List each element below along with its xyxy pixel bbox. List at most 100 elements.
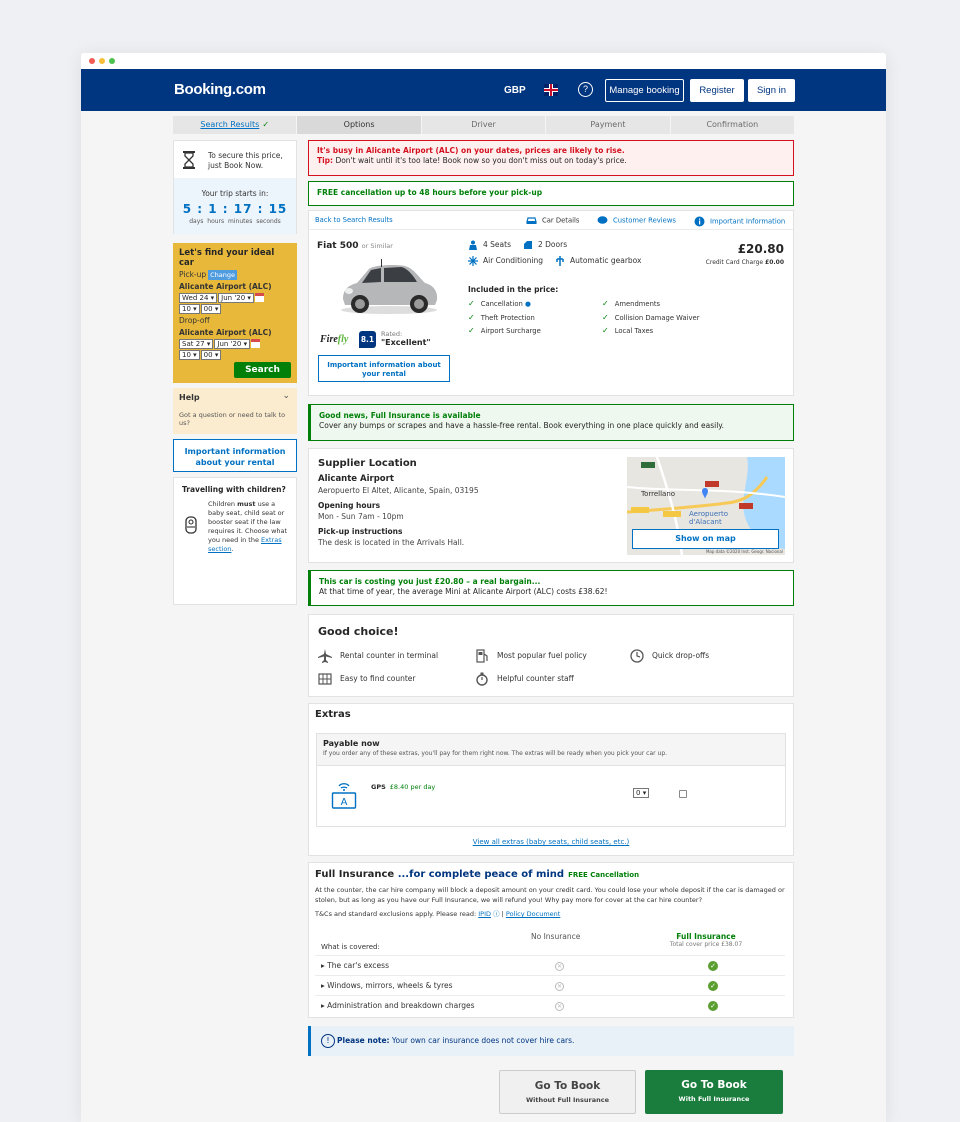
gps-quantity-select[interactable]: 0 ▾ — [633, 788, 650, 798]
gearbox-feature: Automatic gearbox — [555, 256, 641, 266]
car-tabs: Back to Search Results Car Details Custo… — [309, 211, 793, 230]
help-text: Got a question or need to talk to us? — [179, 411, 286, 427]
register-button[interactable]: Register — [690, 79, 744, 102]
progress-steps: Search Results ✓ Options Driver Payment C… — [173, 116, 796, 134]
good-choice-box: Good choice! Rental counter in terminal … — [308, 614, 794, 697]
gps-label: GPS £8.40 per day — [371, 783, 436, 791]
gearbox-icon — [556, 256, 564, 266]
busy-alert: It's busy in Alicante Airport (ALC) on y… — [308, 140, 794, 176]
snowflake-icon — [468, 256, 478, 266]
tip-text: Tip: Don't wait until it's too late! Boo… — [317, 156, 627, 165]
window-chrome — [81, 53, 886, 69]
stopwatch-icon — [476, 672, 488, 686]
check-icon: ✓ — [602, 313, 609, 322]
rating-label: Rated: "Excellent" — [381, 330, 431, 347]
coverage-row[interactable]: ▸ The car's excess ✕ ✓ — [315, 955, 785, 975]
info-icon[interactable]: ⓘ — [493, 910, 500, 918]
change-button[interactable]: Change — [208, 270, 238, 280]
clock-icon — [630, 649, 644, 663]
maximize-dot[interactable] — [109, 58, 115, 64]
dropoff-minute-select[interactable]: 00 ▾ — [200, 350, 222, 360]
good-choice-item: Quick drop-offs — [630, 649, 709, 663]
show-on-map-button[interactable]: Show on map — [632, 529, 779, 549]
bargain-text: At that time of year, the average Mini a… — [319, 587, 608, 596]
dropoff-day-select[interactable]: Sat 27 ▾ — [179, 339, 214, 349]
help-box[interactable]: Help ⌄ Got a question or need to talk to… — [173, 388, 297, 434]
uk-flag-icon[interactable] — [544, 84, 558, 96]
close-dot[interactable] — [89, 58, 95, 64]
insurance-banner-title: Good news, Full Insurance is available — [319, 411, 481, 420]
booking-logo[interactable]: Booking.com — [174, 81, 266, 98]
pickup-location: Alicante Airport (ALC) — [179, 282, 272, 291]
child-seat-icon — [185, 516, 197, 534]
pickup-month-select[interactable]: Jun '20 ▾ — [218, 293, 254, 303]
calendar-icon[interactable] — [254, 293, 264, 302]
tab-important-information[interactable]: Important Information — [694, 216, 785, 227]
manage-booking-button[interactable]: Manage booking — [605, 79, 684, 102]
check-icon: ✓ — [262, 120, 270, 129]
pickup-hour-select[interactable]: 10 ▾ — [179, 304, 200, 314]
map[interactable]: Torrellano Aeropuerto d'Alacant Map data … — [627, 457, 785, 555]
countdown: Your trip starts in: 5 : 1 : 17 : 15 day… — [174, 178, 296, 234]
ipid-link[interactable]: IPID — [478, 910, 491, 918]
coverage-row[interactable]: ▸ Windows, mirrors, wheels & tyres ✕ ✓ — [315, 975, 785, 995]
cross-icon: ✕ — [555, 962, 564, 971]
important-info-button[interactable]: Important information about your rental — [173, 439, 297, 472]
full-insurance-banner: Good news, Full Insurance is available C… — [308, 404, 794, 441]
speech-bubble-icon — [597, 216, 608, 224]
pickup-day-select[interactable]: Wed 24 ▾ — [179, 293, 218, 303]
full-insurance-box: Full Insurance ...for complete peace of … — [308, 862, 794, 1018]
currency-selector[interactable]: GBP — [504, 85, 526, 96]
step-options: Options — [297, 116, 422, 134]
map-airport-label: Aeropuerto d'Alacant — [689, 510, 729, 526]
check-icon: ✓ — [602, 326, 609, 335]
step-payment: Payment — [546, 116, 671, 134]
included-cancellation: ✓ Cancellation ● — [468, 299, 531, 308]
policy-document-link[interactable]: Policy Document — [506, 910, 560, 918]
calendar-icon[interactable] — [251, 339, 261, 348]
supplier-logo: Firefly — [320, 334, 349, 345]
check-icon: ✓ — [602, 299, 609, 308]
busy-text: It's busy in Alicante Airport (ALC) on y… — [317, 146, 625, 155]
no-insurance-header: No Insurance — [531, 932, 581, 941]
sign-in-button[interactable]: Sign in — [748, 79, 795, 102]
bargain-title: This car is costing you just £20.80 – a … — [319, 577, 541, 586]
important-info-rental-button[interactable]: Important information about your rental — [318, 355, 450, 382]
pickup-minute-select[interactable]: 00 ▾ — [200, 304, 222, 314]
go-to-book-with-insurance-button[interactable]: Go To Book With Full Insurance — [645, 1070, 783, 1114]
secure-text-line2: just Book Now. — [208, 161, 264, 170]
coverage-row[interactable]: ▸ Administration and breakdown charges ✕ ✓ — [315, 995, 785, 1015]
dropoff-month-select[interactable]: Jun '20 ▾ — [214, 339, 251, 349]
info-icon[interactable]: ● — [525, 300, 531, 308]
minimize-dot[interactable] — [99, 58, 105, 64]
car-image — [341, 259, 438, 314]
dropoff-hour-select[interactable]: 10 ▾ — [179, 350, 200, 360]
gps-checkbox[interactable] — [679, 790, 687, 798]
back-to-results-link[interactable]: Back to Search Results — [315, 216, 393, 224]
search-button[interactable]: Search — [234, 362, 291, 378]
children-box: Travelling with children? Children must … — [173, 477, 297, 605]
view-all-extras-link[interactable]: View all extras (baby seats, child seats… — [309, 838, 793, 846]
tab-car-details[interactable]: Car Details — [526, 216, 579, 225]
good-choice-item: Most popular fuel policy — [475, 649, 587, 663]
included-amendments: ✓ Amendments — [602, 299, 661, 308]
tab-customer-reviews[interactable]: Customer Reviews — [597, 216, 676, 225]
find-car-form: Let's find your ideal car Pick-up Change … — [173, 243, 297, 383]
plane-icon — [318, 649, 332, 663]
dropoff-label: Drop-off — [179, 316, 210, 325]
cc-charge: Credit Card Charge £0.00 — [705, 259, 784, 266]
go-to-book-without-insurance-button[interactable]: Go To Book Without Full Insurance — [499, 1070, 636, 1114]
car-icon — [526, 217, 537, 224]
gps-extra-row: A GPS £8.40 per day 0 ▾ — [316, 766, 786, 827]
timer-labels: days hours minutes seconds — [189, 218, 281, 225]
insurance-note: ! Please note: Your own car insurance do… — [308, 1026, 794, 1056]
trip-label: Your trip starts in: — [201, 189, 269, 198]
included-theft: ✓ Theft Protection — [468, 313, 535, 322]
check-icon: ✓ — [708, 981, 718, 991]
countdown-timer: 5 : 1 : 17 : 15 — [182, 202, 288, 216]
chevron-down-icon[interactable]: ⌄ — [282, 391, 290, 401]
full-insurance-title: Full Insurance ...for complete peace of … — [315, 869, 640, 880]
help-icon[interactable]: ? — [578, 82, 593, 97]
step-search-results[interactable]: Search Results ✓ — [173, 116, 298, 134]
site-header: Booking.com GBP ? Manage booking Registe… — [81, 69, 886, 111]
